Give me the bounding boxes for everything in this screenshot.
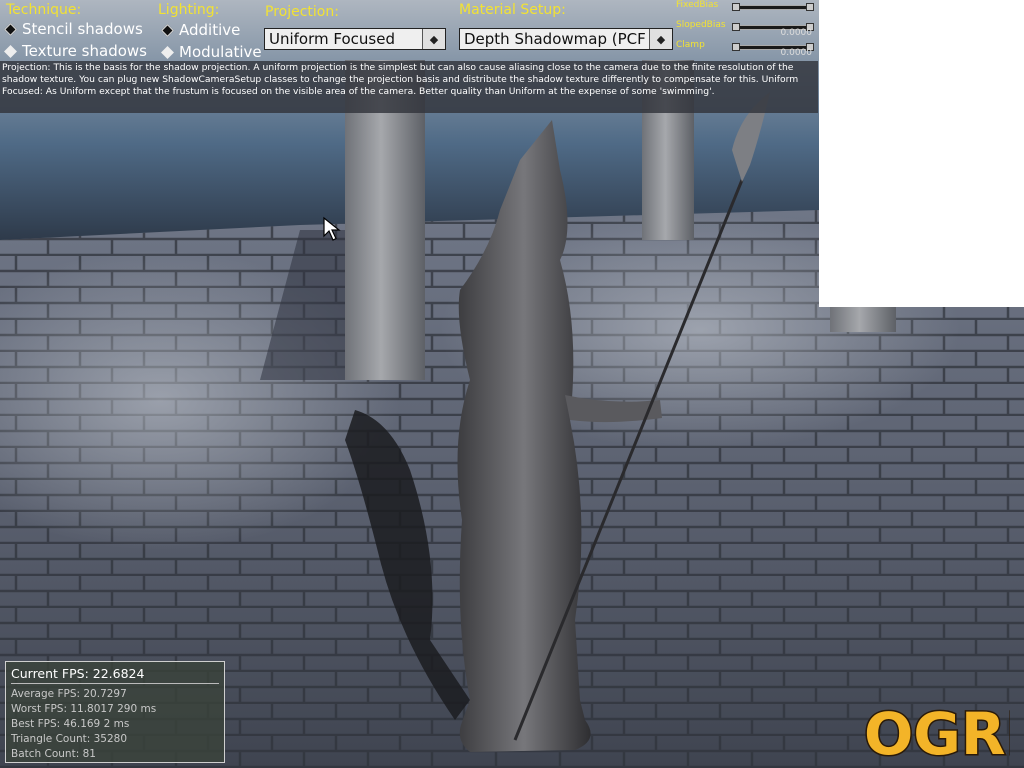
- slider-left-arrow[interactable]: [732, 43, 740, 51]
- radio-stencil-shadows[interactable]: Stencil shadows: [4, 20, 143, 38]
- filled-diamond-icon: [161, 45, 174, 59]
- svg-text:OGRE: OGRE: [864, 700, 1010, 766]
- stats-panel: Current FPS: 22.6824 Average FPS: 20.729…: [5, 661, 225, 763]
- material-dropdown[interactable]: Depth Shadowmap (PCF ◆: [459, 28, 673, 50]
- material-heading: Material Setup:: [459, 2, 566, 18]
- dropdown-arrow-icon[interactable]: ◆: [422, 29, 445, 49]
- technique-heading: Technique:: [6, 2, 82, 18]
- slider-track[interactable]: [732, 5, 814, 10]
- slider-sloped-bias[interactable]: SlopedBias 0.0000: [676, 20, 816, 38]
- average-fps: Average FPS: 20.7297: [11, 688, 127, 700]
- filled-diamond-icon: [4, 44, 17, 58]
- shadow-texture-preview: [819, 0, 1024, 307]
- material-selected: Depth Shadowmap (PCF: [464, 30, 646, 48]
- slider-clamp[interactable]: Clamp 0.0000: [676, 40, 816, 58]
- slider-left-arrow[interactable]: [732, 23, 740, 31]
- projection-selected: Uniform Focused: [269, 30, 395, 48]
- current-fps: Current FPS: 22.6824: [11, 666, 219, 684]
- hollow-diamond-icon: [161, 23, 174, 37]
- dropdown-arrow-icon[interactable]: ◆: [649, 29, 672, 49]
- slider-label: SlopedBias: [676, 20, 726, 30]
- radio-modulative[interactable]: Modulative: [161, 43, 262, 61]
- slider-left-arrow[interactable]: [732, 3, 740, 11]
- radio-label: Additive: [179, 21, 241, 39]
- lighting-heading: Lighting:: [158, 2, 220, 18]
- radio-additive[interactable]: Additive: [161, 21, 241, 39]
- slider-right-arrow[interactable]: [806, 3, 814, 11]
- slider-label: FixedBias: [676, 0, 719, 10]
- slider-value: 0.0000: [780, 48, 813, 58]
- worst-fps: Worst FPS: 11.8017 290 ms: [11, 703, 157, 715]
- triangle-count: Triangle Count: 35280: [11, 733, 128, 745]
- radio-texture-shadows[interactable]: Texture shadows: [4, 42, 147, 60]
- description-panel: Projection: This is the basis for the sh…: [0, 61, 818, 113]
- radio-label: Modulative: [179, 43, 262, 61]
- projection-heading: Projection:: [265, 4, 339, 20]
- slider-value: 0.0000: [780, 28, 813, 38]
- hollow-diamond-icon: [4, 22, 17, 36]
- slider-fixed-bias[interactable]: FixedBias: [676, 0, 816, 16]
- batch-count: Batch Count: 81: [11, 748, 96, 760]
- ogre-logo: OGRE: [863, 699, 1011, 767]
- mouse-pointer-icon: [323, 216, 341, 241]
- projection-dropdown[interactable]: Uniform Focused ◆: [264, 28, 446, 50]
- radio-label: Texture shadows: [22, 42, 147, 60]
- slider-label: Clamp: [676, 40, 705, 50]
- radio-label: Stencil shadows: [22, 20, 143, 38]
- best-fps: Best FPS: 46.169 2 ms: [11, 718, 130, 730]
